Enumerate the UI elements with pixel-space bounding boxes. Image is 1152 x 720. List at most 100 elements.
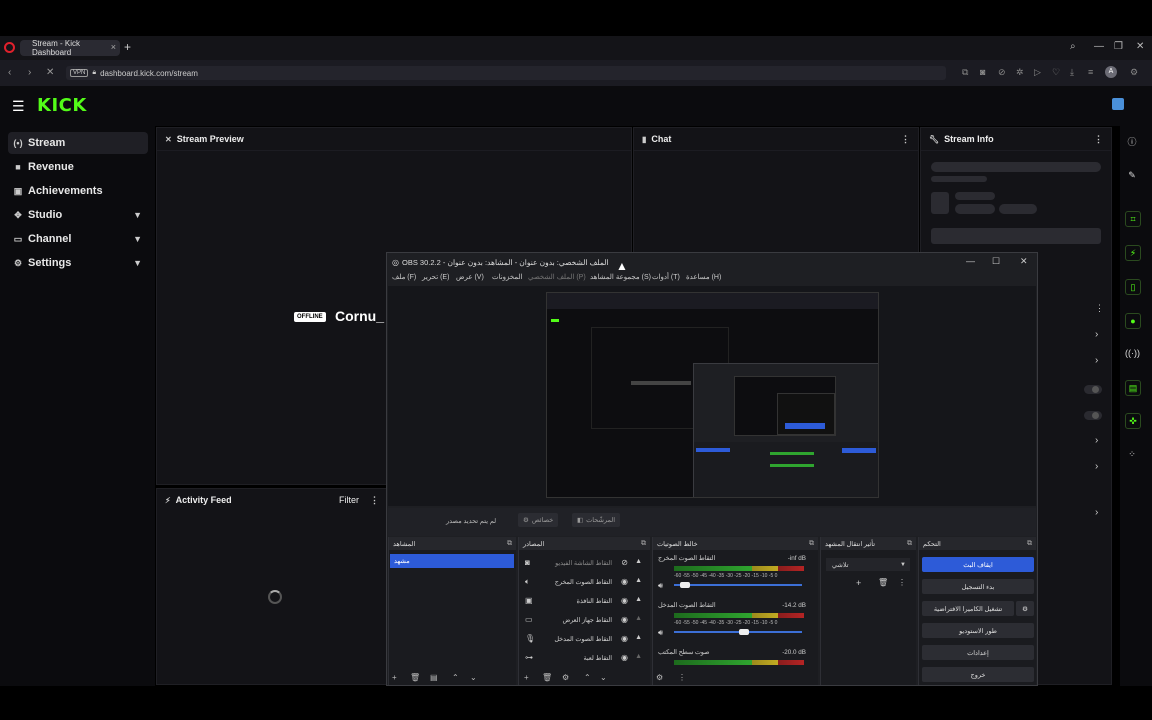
lock-icon[interactable]: ▲ bbox=[635, 653, 642, 660]
volume-slider[interactable] bbox=[674, 584, 802, 586]
trash-icon[interactable]: 🗑︎ bbox=[878, 578, 888, 587]
source-item[interactable]: ▭ التقاط جهاز العرض ◉ ▲ bbox=[522, 612, 650, 630]
move-up-icon[interactable]: ⌃ bbox=[452, 673, 459, 682]
browser-tab[interactable]: Stream - Kick Dashboard × bbox=[20, 39, 120, 57]
lock-icon[interactable]: ▲ bbox=[635, 615, 642, 622]
gear-icon[interactable]: ⚙ bbox=[562, 673, 569, 682]
volume-knob[interactable] bbox=[738, 629, 749, 635]
block-icon[interactable]: ⊘ bbox=[998, 67, 1006, 78]
properties-button[interactable]: ⚙ خصائص bbox=[518, 513, 559, 527]
profile-avatar[interactable]: A bbox=[1105, 66, 1117, 78]
close-icon[interactable]: ✕ bbox=[1020, 256, 1028, 267]
menu-view[interactable]: عرض (V) bbox=[456, 273, 484, 281]
kick-logo[interactable]: KICK bbox=[37, 95, 87, 116]
toggle-switch[interactable] bbox=[1084, 385, 1102, 394]
move-up-icon[interactable]: ⌃ bbox=[584, 673, 591, 682]
minimize-icon[interactable]: — bbox=[966, 256, 975, 266]
layout-icon[interactable]: ▤ bbox=[1125, 380, 1141, 396]
sidebar-item-stream[interactable]: (•) Stream bbox=[8, 132, 148, 154]
dock-undock-icon[interactable]: ⧉ bbox=[507, 540, 512, 548]
studio-mode-button[interactable]: طور الاستوديو bbox=[922, 623, 1034, 638]
source-item[interactable]: 🎙︎ التقاط الصوت المدخل ◉ ▲ bbox=[522, 631, 650, 649]
menu-docks[interactable]: المخزونات bbox=[492, 273, 523, 281]
maximize-icon[interactable]: ☐ bbox=[992, 256, 1000, 267]
chat-bubble-icon[interactable]: ● bbox=[1125, 313, 1141, 329]
source-item[interactable]: 🔈︎ التقاط الصوت المخرج ◉ ▲ bbox=[522, 574, 650, 592]
remove-source-icon[interactable]: 🗑︎ bbox=[542, 673, 552, 682]
filters-button[interactable]: ◧ المرشّحات bbox=[572, 513, 621, 527]
add-source-icon[interactable]: + bbox=[524, 673, 529, 682]
menu-scene-collection[interactable]: مجموعة المشاهد (S) bbox=[590, 273, 651, 281]
transition-select[interactable]: تلاشي ▼ bbox=[826, 558, 910, 571]
more-options-icon[interactable]: ⋮ bbox=[901, 134, 910, 145]
obs-titlebar[interactable]: ◎ OBS 30.2.2 - الملف الشخصي: بدون عنوان … bbox=[388, 254, 1036, 270]
preview-icon[interactable]: ⌗ bbox=[1125, 211, 1141, 227]
eye-icon[interactable]: ◉ bbox=[621, 596, 628, 605]
vpn-badge[interactable]: VPN bbox=[70, 69, 89, 77]
scene-item[interactable]: مشهد bbox=[390, 554, 514, 568]
menu-file[interactable]: ملف (F) bbox=[392, 273, 416, 281]
sidebar-item-achievements[interactable]: ▣ Achievements bbox=[8, 180, 148, 202]
exit-button[interactable]: خروج bbox=[922, 667, 1034, 682]
move-down-icon[interactable]: ⌄ bbox=[470, 673, 477, 682]
dock-undock-icon[interactable]: ⧉ bbox=[907, 540, 912, 548]
more-options-icon[interactable]: ⋮ bbox=[1094, 134, 1103, 145]
back-icon[interactable]: ‹ bbox=[8, 67, 11, 78]
more-options-icon[interactable]: ⋮ bbox=[1095, 303, 1104, 314]
tab-close-icon[interactable]: × bbox=[111, 42, 116, 52]
eye-icon[interactable]: ◉ bbox=[621, 615, 628, 624]
lock-icon[interactable]: ▲ bbox=[635, 558, 642, 565]
source-item[interactable]: ▣ التقاط النافذة ◉ ▲ bbox=[522, 593, 650, 611]
move-down-icon[interactable]: ⌄ bbox=[600, 673, 607, 682]
chevron-right-icon[interactable]: › bbox=[1095, 435, 1098, 446]
new-tab-icon[interactable]: + bbox=[124, 40, 131, 54]
more-options-icon[interactable]: ⋮ bbox=[678, 673, 686, 682]
user-avatar[interactable] bbox=[1112, 98, 1124, 110]
dock-undock-icon[interactable]: ⧉ bbox=[1027, 540, 1032, 548]
sidebar-item-settings[interactable]: ⚙ Settings ▼ bbox=[8, 252, 148, 274]
source-item[interactable]: ◙ التقاط الشاشة الفيديو ⊘ ▲ bbox=[522, 555, 650, 573]
chevron-right-icon[interactable]: › bbox=[1095, 329, 1098, 340]
menu-edit[interactable]: تحرير (E) bbox=[422, 273, 449, 281]
heart-icon[interactable]: ♡ bbox=[1052, 67, 1060, 78]
play-icon[interactable]: ▷ bbox=[1034, 67, 1041, 78]
edit-icon[interactable]: ✎ bbox=[1125, 168, 1139, 182]
menu-tools[interactable]: أدوات (T) bbox=[652, 273, 680, 281]
search-tabs-icon[interactable]: ⌕ bbox=[1070, 41, 1076, 52]
volume-knob[interactable] bbox=[679, 582, 690, 588]
download-icon[interactable]: ⤓ bbox=[1070, 67, 1074, 78]
phone-icon[interactable]: ▯ bbox=[1125, 279, 1141, 295]
start-virtual-camera-button[interactable]: تشغيل الكاميرا الافتراضية bbox=[922, 601, 1014, 616]
menu-help[interactable]: مساعدة (H) bbox=[686, 273, 721, 281]
lock-icon[interactable]: ▲ bbox=[635, 596, 642, 603]
virtual-camera-settings-icon[interactable]: ⚙ bbox=[1016, 601, 1034, 616]
filter-icon[interactable]: ▤ bbox=[430, 673, 438, 682]
sidebar-item-channel[interactable]: ▭ Channel ▼ bbox=[8, 228, 148, 250]
eye-icon[interactable]: ◉ bbox=[621, 577, 628, 586]
source-item[interactable]: ⊶ التقاط لعبة ◉ ▲ bbox=[522, 650, 650, 668]
wrench-icon[interactable]: ✜ bbox=[1125, 413, 1141, 429]
lightning-icon[interactable]: ⚡︎ bbox=[1125, 245, 1141, 261]
add-scene-icon[interactable]: + bbox=[392, 673, 397, 682]
mixer-settings-icon[interactable]: ⚙ bbox=[656, 673, 663, 682]
forward-icon[interactable]: › bbox=[28, 67, 31, 78]
eye-icon[interactable]: ◉ bbox=[621, 653, 628, 662]
eye-icon[interactable]: ◉ bbox=[621, 634, 628, 643]
start-recording-button[interactable]: بدء التسجيل bbox=[922, 579, 1034, 594]
broadcast-icon[interactable]: ((·)) bbox=[1125, 346, 1140, 360]
sidebar-item-studio[interactable]: ✥ Studio ▼ bbox=[8, 204, 148, 226]
share-icon[interactable]: ⁘ bbox=[1125, 447, 1139, 461]
stop-streaming-button[interactable]: ايقاف البث bbox=[922, 557, 1034, 572]
settings-button[interactable]: إعدادات bbox=[922, 645, 1034, 660]
minimize-icon[interactable]: — bbox=[1094, 41, 1104, 52]
chevron-right-icon[interactable]: › bbox=[1095, 507, 1098, 518]
dock-undock-icon[interactable]: ⧉ bbox=[809, 540, 814, 548]
extensions-icon[interactable]: ✲ bbox=[1016, 67, 1024, 78]
send-icon[interactable]: ⧉ bbox=[962, 67, 968, 78]
more-options-icon[interactable]: ⋮ bbox=[370, 495, 379, 506]
info-icon[interactable]: ⓘ bbox=[1125, 135, 1139, 149]
eye-slash-icon[interactable]: ⊘ bbox=[621, 558, 628, 567]
restore-icon[interactable]: ❐ bbox=[1114, 41, 1123, 52]
speaker-icon[interactable]: 🔊︎ bbox=[658, 628, 663, 638]
url-field[interactable]: VPN 🔒︎ dashboard.kick.com/stream bbox=[66, 66, 946, 80]
